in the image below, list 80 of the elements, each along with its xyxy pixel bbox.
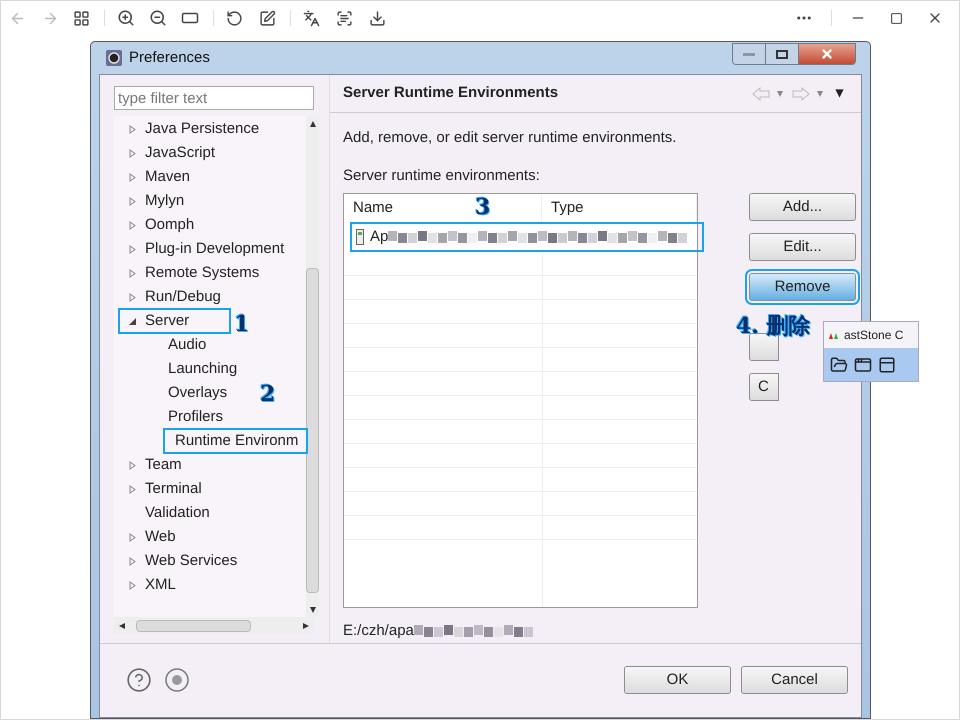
- translate-icon[interactable]: [303, 10, 320, 26]
- dropdown-icon[interactable]: [816, 90, 824, 98]
- collapsed-arrow-icon[interactable]: [128, 484, 136, 494]
- tree-item[interactable]: Remote Systems: [142, 262, 262, 284]
- tree-item[interactable]: Server: [120, 310, 230, 332]
- tree-item[interactable]: XML: [142, 574, 179, 596]
- filter-field[interactable]: type filter text: [114, 86, 314, 110]
- download-icon[interactable]: [369, 10, 386, 26]
- tree-item[interactable]: Profilers: [165, 406, 226, 428]
- edit-icon[interactable]: [259, 10, 276, 26]
- tree-item[interactable]: Oomph: [142, 214, 198, 236]
- collapsed-arrow-icon[interactable]: [128, 220, 136, 230]
- description: Add, remove, or edit server runtime environments.: [343, 128, 678, 148]
- vertical-scrollbar[interactable]: [306, 116, 320, 617]
- zoom-in-icon[interactable]: [117, 9, 135, 27]
- record-icon[interactable]: [164, 667, 190, 693]
- collapsed-arrow-icon[interactable]: [128, 460, 136, 470]
- menu-icon[interactable]: [834, 88, 845, 99]
- collapsed-arrow-icon[interactable]: [128, 556, 136, 566]
- app-icon: [105, 49, 123, 67]
- dialog-button[interactable]: Cancel: [741, 666, 848, 694]
- list-label: Server runtime environments:: [343, 166, 541, 186]
- tree-item[interactable]: Team: [142, 454, 185, 476]
- rotate-icon[interactable]: [226, 10, 243, 26]
- collapsed-arrow-icon[interactable]: [128, 196, 136, 206]
- annotation-label: 3: [475, 196, 490, 218]
- runtime-path: E:/czh/apa: [343, 621, 414, 641]
- tree-item[interactable]: Runtime Environm: [165, 430, 306, 452]
- tree-item[interactable]: JavaScript: [142, 142, 218, 164]
- scroll-down-icon[interactable]: [308, 606, 317, 614]
- close-icon[interactable]: [799, 44, 855, 64]
- restore-icon[interactable]: [766, 44, 799, 64]
- table-row[interactable]: Ap: [350, 222, 704, 252]
- scroll-right-icon[interactable]: [302, 622, 310, 630]
- toolbar-title: astStone C: [844, 327, 904, 344]
- window-title: Preferences: [129, 48, 210, 68]
- zoom-out-icon[interactable]: [149, 9, 167, 27]
- folder-icon[interactable]: [830, 356, 848, 374]
- collapsed-arrow-icon[interactable]: [128, 268, 136, 278]
- annotation-label: 4. 删除: [736, 315, 811, 337]
- server-icon: [356, 229, 364, 245]
- tree-item[interactable]: Java Persistence: [142, 118, 262, 140]
- window-icon[interactable]: [878, 356, 896, 374]
- tree-item[interactable]: Maven: [142, 166, 194, 188]
- collapsed-arrow-icon[interactable]: [128, 148, 136, 158]
- collapsed-arrow-icon[interactable]: [128, 532, 136, 542]
- collapsed-arrow-icon[interactable]: [128, 172, 136, 182]
- tree-item[interactable]: Validation: [142, 502, 213, 524]
- maximize-icon[interactable]: [890, 12, 903, 24]
- tree-item[interactable]: Audio: [165, 334, 210, 356]
- scroll-up-icon[interactable]: [308, 120, 317, 128]
- tree-item[interactable]: Launching: [165, 358, 240, 380]
- scan-text-icon[interactable]: [336, 10, 353, 26]
- collapsed-arrow-icon[interactable]: [128, 292, 136, 302]
- dialog-button[interactable]: OK: [624, 666, 731, 694]
- collapsed-arrow-icon[interactable]: [128, 244, 136, 254]
- grid-icon[interactable]: [73, 10, 90, 26]
- collapsed-arrow-icon[interactable]: [128, 580, 136, 590]
- tree-item[interactable]: Web Services: [142, 550, 240, 572]
- tree-item[interactable]: Plug-in Development: [142, 238, 288, 260]
- window-icon[interactable]: [854, 356, 872, 374]
- collapsed-arrow-icon[interactable]: [128, 124, 136, 134]
- horizontal-scrollbar[interactable]: [114, 617, 314, 634]
- dialog-button[interactable]: Add...: [749, 193, 856, 221]
- table-cell-text: Ap: [370, 226, 388, 247]
- dropdown-icon[interactable]: [776, 90, 784, 98]
- tree-item[interactable]: Run/Debug: [142, 286, 224, 308]
- dialog-button[interactable]: C: [749, 373, 779, 401]
- help-icon[interactable]: [126, 667, 152, 693]
- tree-item[interactable]: Terminal: [142, 478, 205, 500]
- tree-item[interactable]: Mylyn: [142, 190, 188, 212]
- expanded-arrow-icon[interactable]: [128, 316, 136, 326]
- annotation-label: 1: [234, 313, 250, 335]
- annotation-label: 2: [260, 383, 276, 405]
- tree-item[interactable]: Overlays: [165, 382, 230, 404]
- scroll-left-icon[interactable]: [118, 622, 126, 630]
- page-title: Server Runtime Environments: [343, 83, 558, 104]
- tree-item[interactable]: Web: [142, 526, 179, 548]
- column-header[interactable]: Type: [542, 194, 697, 222]
- dialog-button[interactable]: Edit...: [749, 233, 856, 261]
